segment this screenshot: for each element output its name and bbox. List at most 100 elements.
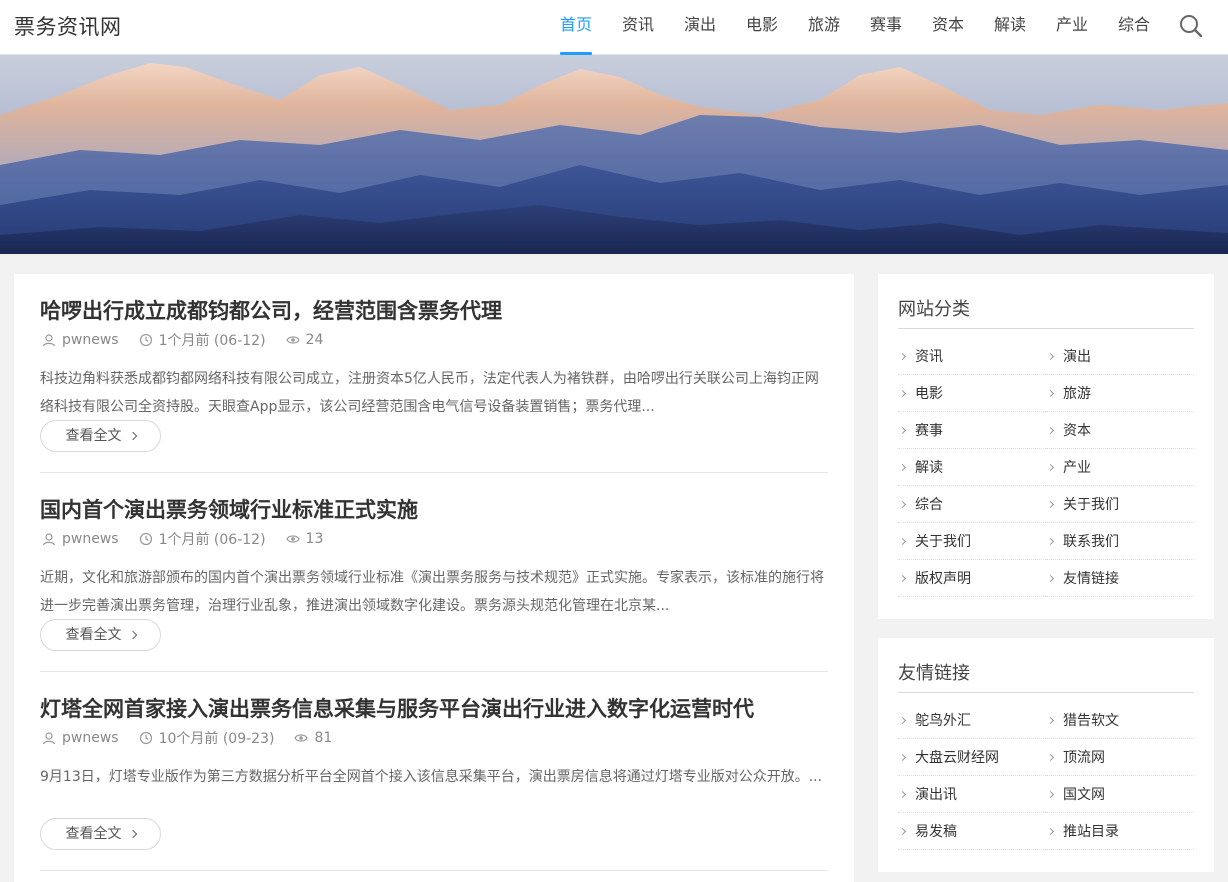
category-link[interactable]: 赛事 [898, 412, 1046, 449]
read-more-button[interactable]: 查看全文 [40, 818, 161, 850]
category-link[interactable]: 综合 [898, 486, 1046, 523]
friend-link[interactable]: 大盘云财经网 [898, 739, 1046, 776]
category-link[interactable]: 关于我们 [1046, 486, 1194, 523]
chevron-right-icon [898, 537, 907, 545]
post-title[interactable]: 国内首个演出票务领域行业标准正式实施 [40, 494, 418, 524]
post-time: 1个月前 (06-12) [158, 532, 266, 548]
category-grid: 资讯 演出 电影 旅游 赛事 资本 解读 产业 综合 关于我们 关于我们 联系我… [898, 338, 1194, 597]
friend-link[interactable]: 猎告软文 [1046, 702, 1194, 739]
post-author[interactable]: pwnews [62, 531, 119, 547]
post-title[interactable]: 灯塔全网首家接入演出票务信息采集与服务平台演出行业进入数字化运营时代 [40, 693, 754, 723]
read-more-label: 查看全文 [65, 826, 122, 842]
chevron-right-icon [1046, 463, 1055, 471]
nav-item-movies[interactable]: 电影 [731, 0, 793, 55]
post-time: 1个月前 (06-12) [158, 333, 266, 349]
nav-item-shows[interactable]: 演出 [669, 0, 731, 55]
chevron-right-icon [1046, 389, 1055, 397]
chevron-right-icon [1046, 716, 1055, 724]
nav-item-general[interactable]: 综合 [1103, 0, 1165, 55]
chevron-right-icon [1046, 537, 1055, 545]
friend-link[interactable]: 国文网 [1046, 776, 1194, 813]
chevron-right-icon [1046, 790, 1055, 798]
nav-item-sports[interactable]: 赛事 [855, 0, 917, 55]
site-logo[interactable]: 票务资讯网 [14, 11, 122, 41]
friend-link[interactable]: 鸵鸟外汇 [898, 702, 1046, 739]
chevron-right-icon [898, 500, 907, 508]
clock-icon [139, 731, 152, 745]
chevron-right-icon [898, 716, 907, 724]
chevron-right-icon [898, 790, 907, 798]
post-title[interactable]: 哈啰出行成立成都钧都公司，经营范围含票务代理 [40, 295, 502, 325]
friend-links-grid: 鸵鸟外汇 猎告软文 大盘云财经网 顶流网 演出讯 国文网 易发稿 推站目录 [898, 702, 1194, 850]
post-item: 灯塔全网首家接入演出票务信息采集与服务平台演出行业进入数字化运营时代 pwnew… [40, 672, 828, 871]
nav-item-industry[interactable]: 产业 [1041, 0, 1103, 55]
categories-widget: 网站分类 资讯 演出 电影 旅游 赛事 资本 解读 产业 综合 关于我们 关于我… [878, 274, 1214, 619]
post-list: 哈啰出行成立成都钧都公司，经营范围含票务代理 pwnews 1个月前 (06-1… [14, 274, 854, 882]
chevron-right-icon [1046, 753, 1055, 761]
user-icon [42, 533, 56, 546]
category-link[interactable]: 资本 [1046, 412, 1194, 449]
chevron-right-icon [1046, 352, 1055, 360]
chevron-right-icon [898, 426, 907, 434]
nav-item-capital[interactable]: 资本 [917, 0, 979, 55]
post-views: 13 [305, 531, 324, 547]
chevron-right-icon [898, 753, 907, 761]
widget-title: 网站分类 [898, 299, 970, 320]
friend-links-widget: 友情链接 鸵鸟外汇 猎告软文 大盘云财经网 顶流网 演出讯 国文网 易发稿 推站… [878, 638, 1214, 872]
category-link[interactable]: 版权声明 [898, 560, 1046, 597]
read-more-button[interactable]: 查看全文 [40, 420, 161, 452]
friend-link[interactable]: 演出讯 [898, 776, 1046, 813]
post-excerpt: 科技边角料获悉成都钧都网络科技有限公司成立，注册资本5亿人民币，法定代表人为褚铁… [40, 371, 819, 415]
widget-title: 友情链接 [898, 663, 970, 684]
read-more-label: 查看全文 [65, 428, 122, 444]
category-link[interactable]: 友情链接 [1046, 560, 1194, 597]
post-meta: pwnews 1个月前 (06-12) 24 [40, 330, 323, 350]
read-more-button[interactable]: 查看全文 [40, 619, 161, 651]
chevron-right-icon [1046, 500, 1055, 508]
nav-item-travel[interactable]: 旅游 [793, 0, 855, 55]
eye-icon [294, 734, 309, 742]
mountain-banner [0, 55, 1228, 254]
category-link[interactable]: 关于我们 [898, 523, 1046, 560]
nav-item-analysis[interactable]: 解读 [979, 0, 1041, 55]
chevron-right-icon [898, 352, 907, 360]
chevron-right-icon [1046, 574, 1055, 582]
search-icon[interactable] [1178, 13, 1204, 39]
post-item: 哈啰出行成立成都钧都公司，经营范围含票务代理 pwnews 1个月前 (06-1… [40, 274, 828, 473]
chevron-right-icon [1046, 426, 1055, 434]
post-meta: pwnews 1个月前 (06-12) 13 [40, 529, 323, 549]
category-link[interactable]: 解读 [898, 449, 1046, 486]
site-header: 票务资讯网 首页 资讯 演出 电影 旅游 赛事 资本 解读 产业 综合 [0, 0, 1228, 55]
post-item: 国内首个演出票务领域行业标准正式实施 pwnews 1个月前 (06-12) 1… [40, 473, 828, 672]
post-views: 81 [314, 730, 333, 746]
category-link[interactable]: 产业 [1046, 449, 1194, 486]
friend-link[interactable]: 易发稿 [898, 813, 1046, 850]
eye-icon [285, 336, 300, 344]
chevron-right-icon [128, 829, 137, 839]
post-author[interactable]: pwnews [62, 730, 119, 746]
category-link[interactable]: 资讯 [898, 338, 1046, 375]
read-more-label: 查看全文 [65, 627, 122, 643]
chevron-right-icon [898, 574, 907, 582]
clock-icon [139, 333, 152, 347]
post-excerpt: 9月13日，灯塔专业版作为第三方数据分析平台全网首个接入该信息采集平台，演出票房… [40, 769, 823, 785]
post-time: 10个月前 (09-23) [158, 731, 275, 747]
post-views: 24 [305, 332, 324, 348]
category-link[interactable]: 演出 [1046, 338, 1194, 375]
category-link[interactable]: 联系我们 [1046, 523, 1194, 560]
category-link[interactable]: 电影 [898, 375, 1046, 412]
clock-icon [139, 532, 152, 546]
eye-icon [285, 535, 300, 543]
chevron-right-icon [128, 431, 137, 441]
nav-item-home[interactable]: 首页 [545, 0, 607, 55]
post-meta: pwnews 10个月前 (09-23) 81 [40, 728, 332, 748]
friend-link[interactable]: 顶流网 [1046, 739, 1194, 776]
chevron-right-icon [128, 630, 137, 640]
category-link[interactable]: 旅游 [1046, 375, 1194, 412]
post-author[interactable]: pwnews [62, 332, 119, 348]
chevron-right-icon [898, 827, 907, 835]
nav-item-news[interactable]: 资讯 [607, 0, 669, 55]
chevron-right-icon [898, 389, 907, 397]
friend-link[interactable]: 推站目录 [1046, 813, 1194, 850]
main-nav: 首页 资讯 演出 电影 旅游 赛事 资本 解读 产业 综合 [545, 0, 1165, 55]
